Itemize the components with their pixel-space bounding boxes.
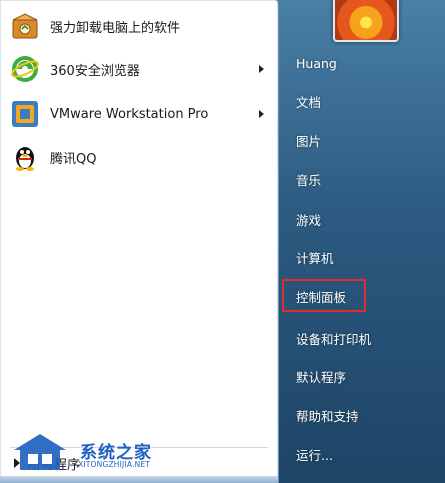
menu-item-label: 设备和打印机 (296, 331, 372, 347)
menu-item-run[interactable]: 运行... (288, 441, 438, 467)
menu-item-help-support[interactable]: 帮助和支持 (288, 402, 438, 428)
360-browser-icon (10, 54, 40, 84)
menu-item-documents[interactable]: 文档 (288, 88, 438, 114)
menu-item-label: 默认程序 (296, 369, 347, 385)
menu-item-label: 游戏 (296, 212, 322, 228)
menu-item-label: 运行... (296, 447, 333, 463)
user-avatar-picture[interactable] (333, 0, 399, 42)
program-item-360-browser[interactable]: 360安全浏览器 (6, 52, 272, 86)
submenu-arrow-icon[interactable] (259, 65, 264, 73)
control-panel-highlight-box (282, 279, 366, 312)
menu-item-label: 图片 (296, 133, 322, 149)
menu-item-music[interactable]: 音乐 (288, 166, 438, 192)
menu-item-pictures[interactable]: 图片 (288, 127, 438, 153)
menu-item-computer[interactable]: 计算机 (288, 244, 438, 270)
menu-item-user-folder[interactable]: Huang (288, 50, 438, 76)
house-logo-icon (14, 434, 66, 470)
program-item-qq[interactable]: 腾讯QQ (6, 140, 272, 174)
program-label: 强力卸载电脑上的软件 (50, 20, 181, 36)
menu-item-label: 帮助和支持 (296, 408, 359, 424)
watermark-url: XITONGZHIJIA.NET (78, 460, 151, 469)
vmware-icon (10, 99, 40, 129)
menu-item-label: 计算机 (296, 250, 334, 266)
menu-item-default-programs[interactable]: 默认程序 (288, 363, 438, 389)
program-item-vmware[interactable]: VMware Workstation Pro (6, 97, 272, 131)
site-watermark: 系统之家 XITONGZHIJIA.NET (10, 430, 210, 480)
qq-penguin-icon (10, 142, 40, 172)
menu-item-devices-printers[interactable]: 设备和打印机 (288, 325, 438, 351)
program-label: VMware Workstation Pro (50, 106, 209, 122)
start-menu-left-pane: 强力卸载电脑上的软件 360安全浏览器 VMware Workstation P… (0, 0, 279, 483)
program-label: 腾讯QQ (50, 151, 97, 167)
menu-item-label: Huang (296, 55, 337, 71)
menu-item-label: 文档 (296, 94, 322, 110)
uninstall-box-icon (10, 11, 40, 41)
menu-item-games[interactable]: 游戏 (288, 206, 438, 232)
program-label: 360安全浏览器 (50, 63, 140, 79)
menu-item-label: 音乐 (296, 172, 322, 188)
submenu-arrow-icon[interactable] (259, 110, 264, 118)
program-item-uninstaller[interactable]: 强力卸载电脑上的软件 (6, 9, 272, 43)
